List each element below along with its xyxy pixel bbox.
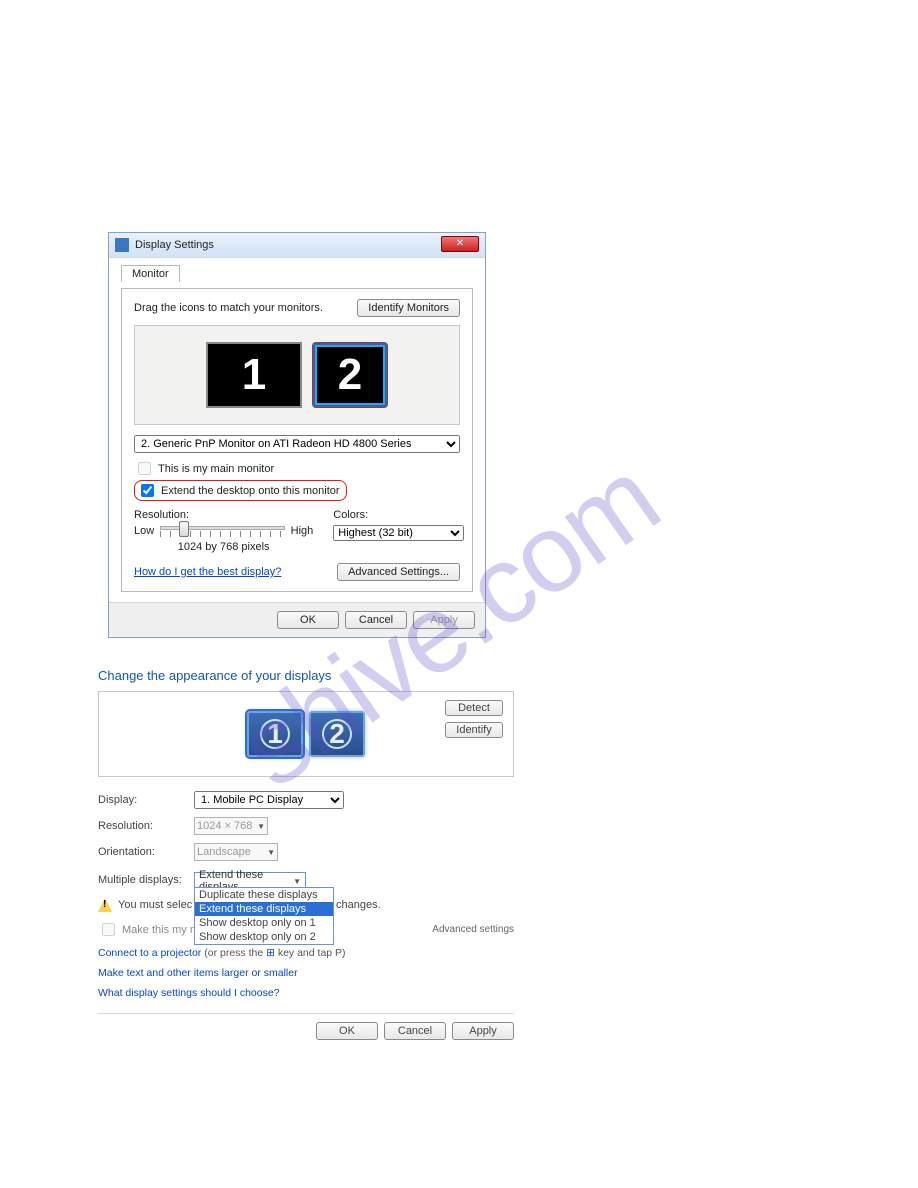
titlebar[interactable]: Display Settings ✕ <box>109 233 485 257</box>
display-field-label: Display: <box>98 794 186 806</box>
monitor-arrangement-area[interactable]: 1 2 <box>134 325 460 425</box>
dropdown-option-extend[interactable]: Extend these displays <box>195 902 333 916</box>
apply-button[interactable]: Apply <box>413 611 475 629</box>
advanced-settings-button[interactable]: Advanced Settings... <box>337 563 460 581</box>
which-settings-link[interactable]: What display settings should I choose? <box>98 987 280 999</box>
orientation-field-label: Orientation: <box>98 846 186 858</box>
help-link[interactable]: How do I get the best display? <box>134 566 281 578</box>
app-icon <box>115 238 129 252</box>
dropdown-option-duplicate[interactable]: Duplicate these displays <box>195 888 333 902</box>
dropdown-option-only1[interactable]: Show desktop only on 1 <box>195 916 333 930</box>
extend-desktop-label: Extend the desktop onto this monitor <box>161 485 340 497</box>
cancel-button[interactable]: Cancel <box>384 1022 446 1040</box>
orientation-select[interactable]: Landscape ▼ <box>194 843 278 861</box>
projector-hint-2: key and tap P) <box>278 947 346 959</box>
resolution-select[interactable]: 1024 × 768 ▼ <box>194 817 268 835</box>
projector-hint-1: (or press the <box>204 947 266 959</box>
colors-select[interactable]: Highest (32 bit) <box>333 525 463 541</box>
display-settings-dialog: Display Settings ✕ Monitor Drag the icon… <box>108 232 486 638</box>
cancel-button[interactable]: Cancel <box>345 611 407 629</box>
separator <box>98 1013 514 1014</box>
advanced-settings-link[interactable]: Advanced settings <box>432 924 514 935</box>
extend-desktop-highlight: Extend the desktop onto this monitor <box>134 480 347 501</box>
tabstrip: Monitor <box>121 264 473 284</box>
change-appearance-panel: Change the appearance of your displays 1… <box>98 668 514 1040</box>
slider-high-label: High <box>291 525 314 537</box>
tab-panel: Drag the icons to match your monitors. I… <box>121 288 473 592</box>
make-main-label: Make this my ma <box>122 924 205 936</box>
resolution-field-label: Resolution: <box>98 820 186 832</box>
display-1-number: 1 <box>260 719 290 749</box>
connect-projector-link[interactable]: Connect to a projector <box>98 947 201 959</box>
main-monitor-checkbox[interactable] <box>138 462 151 475</box>
apply-button[interactable]: Apply <box>452 1022 514 1040</box>
chevron-down-icon: ▼ <box>267 848 275 857</box>
display-2-thumb[interactable]: 2 <box>309 711 365 757</box>
dialog-button-row: OK Cancel Apply <box>109 602 485 637</box>
warning-text-prefix: You must selec <box>118 899 192 911</box>
ok-button[interactable]: OK <box>316 1022 378 1040</box>
close-button[interactable]: ✕ <box>441 236 479 252</box>
monitor-2-icon[interactable]: 2 <box>315 345 385 405</box>
display-arrangement-box: 1 2 Detect Identify <box>98 691 514 777</box>
resolution-label: Resolution: <box>134 509 313 521</box>
windows-key-icon: ⊞ <box>266 947 275 959</box>
monitor-2-highlight: 2 <box>312 342 388 408</box>
tab-monitor[interactable]: Monitor <box>121 265 180 282</box>
resolution-select-value: 1024 × 768 <box>197 820 252 832</box>
resolution-slider[interactable] <box>160 526 284 530</box>
dialog-body: Monitor Drag the icons to match your mon… <box>109 257 485 602</box>
multiple-displays-dropdown: Duplicate these displays Extend these di… <box>194 887 334 945</box>
main-monitor-label: This is my main monitor <box>158 463 274 475</box>
make-main-checkbox[interactable] <box>102 923 115 936</box>
text-size-link[interactable]: Make text and other items larger or smal… <box>98 967 298 979</box>
ok-button[interactable]: OK <box>277 611 339 629</box>
chevron-down-icon: ▼ <box>293 877 301 886</box>
monitor-select[interactable]: 2. Generic PnP Monitor on ATI Radeon HD … <box>134 435 460 453</box>
warning-icon <box>98 898 112 912</box>
window-title: Display Settings <box>135 239 214 251</box>
panel-heading: Change the appearance of your displays <box>98 668 514 683</box>
chevron-down-icon: ▼ <box>257 822 265 831</box>
orientation-select-value: Landscape <box>197 846 251 858</box>
extend-desktop-checkbox[interactable] <box>141 484 154 497</box>
identify-monitors-button[interactable]: Identify Monitors <box>357 299 460 317</box>
display-1-thumb[interactable]: 1 <box>247 711 303 757</box>
colors-label: Colors: <box>333 509 463 521</box>
panel-button-row: OK Cancel Apply <box>98 1022 514 1040</box>
slider-thumb[interactable] <box>179 521 189 537</box>
dropdown-option-only2[interactable]: Show desktop only on 2 <box>195 930 333 944</box>
multiple-displays-label: Multiple displays: <box>98 874 186 886</box>
resolution-value: 1024 by 768 pixels <box>134 541 313 553</box>
detect-button[interactable]: Detect <box>445 700 503 716</box>
monitor-1-icon[interactable]: 1 <box>206 342 302 408</box>
display-select[interactable]: 1. Mobile PC Display <box>194 791 344 809</box>
drag-hint-text: Drag the icons to match your monitors. <box>134 302 323 314</box>
slider-low-label: Low <box>134 525 154 537</box>
display-2-number: 2 <box>322 719 352 749</box>
identify-button[interactable]: Identify <box>445 722 503 738</box>
